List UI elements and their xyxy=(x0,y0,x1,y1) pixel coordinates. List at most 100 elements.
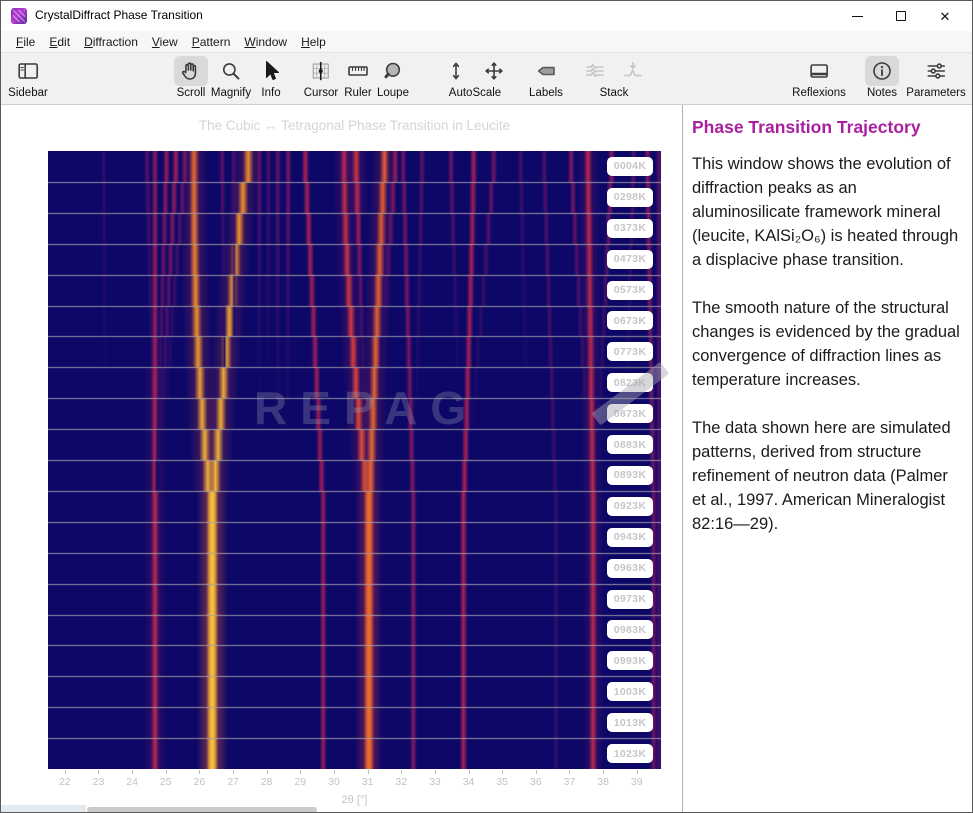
temperature-label: 0943K xyxy=(607,527,653,547)
menu-window[interactable]: Window xyxy=(237,32,294,52)
menu-pattern[interactable]: Pattern xyxy=(185,32,238,52)
temperature-label: 0963K xyxy=(607,558,653,578)
toolbar-label: Reflexions xyxy=(792,87,846,99)
app-window: CrystalDiffract Phase Transition ✕ File E… xyxy=(0,0,973,813)
toolbar-button-magnify[interactable]: Magnify xyxy=(211,56,251,99)
reflexions-icon xyxy=(802,56,836,86)
x-tick-label: 36 xyxy=(529,776,542,788)
maximize-icon xyxy=(896,11,906,21)
temperature-label: 0993K xyxy=(607,651,653,671)
notes-paragraph: The smooth nature of the structural chan… xyxy=(692,299,960,389)
toolbar-button-parameters[interactable]: Parameters xyxy=(906,56,966,99)
notes-panel: Phase Transition Trajectory This window … xyxy=(682,105,972,812)
x-tick-label: 35 xyxy=(496,776,509,788)
temperature-label: 0298K xyxy=(607,187,653,207)
temperature-label: 0983K xyxy=(607,620,653,640)
minimize-button[interactable] xyxy=(836,1,878,31)
temperature-label: 0883K xyxy=(607,435,653,455)
loupe-icon xyxy=(376,56,410,86)
window-title: CrystalDiffract Phase Transition xyxy=(35,8,203,22)
toolbar-button-autoscale[interactable]: AutoScale xyxy=(439,56,511,99)
tag-icon xyxy=(529,56,563,86)
temperature-label: 0923K xyxy=(607,496,653,516)
toolbar-label: Loupe xyxy=(377,87,409,99)
menu-bar: File Edit Diffraction View Pattern Window Help xyxy=(1,31,972,53)
x-tick xyxy=(468,770,470,774)
toolbar-button-sidebar[interactable]: Sidebar xyxy=(8,56,48,99)
x-tick xyxy=(98,770,100,774)
x-tick xyxy=(569,770,571,774)
x-tick-label: 22 xyxy=(58,776,71,788)
x-tick-label: 32 xyxy=(395,776,408,788)
x-tick xyxy=(64,770,66,774)
app-icon xyxy=(11,8,27,24)
maximize-button[interactable] xyxy=(880,1,922,31)
crosshair-grid-icon xyxy=(304,56,338,86)
toolbar-label: Parameters xyxy=(906,87,966,99)
menu-diffraction[interactable]: Diffraction xyxy=(77,32,145,52)
notes-paragraph: The data shown here are simulated patter… xyxy=(692,419,951,533)
toolbar-label: Stack xyxy=(599,87,629,99)
cursor-arrow-icon xyxy=(254,56,288,86)
temperature-label: 0373K xyxy=(607,218,653,238)
x-tick-label: 33 xyxy=(429,776,441,788)
horizontal-scrollbar[interactable] xyxy=(87,807,317,812)
unstack-icon xyxy=(616,56,650,86)
temperature-label: 1003K xyxy=(607,682,653,702)
x-tick-label: 29 xyxy=(294,776,307,788)
close-icon: ✕ xyxy=(939,8,951,24)
title-bar: CrystalDiffract Phase Transition ✕ xyxy=(1,1,972,31)
toolbar: Sidebar Scroll Magnify Info Cursor Ruler Loupe… xyxy=(1,53,972,105)
close-button[interactable]: ✕ xyxy=(924,1,966,31)
toolbar-button-cursor[interactable]: Cursor xyxy=(304,56,338,99)
x-tick-label: 27 xyxy=(227,776,239,788)
toolbar-label: Sidebar xyxy=(8,87,48,99)
toolbar-label: Notes xyxy=(866,87,898,99)
toolbar-label: Ruler xyxy=(344,87,372,99)
menu-view[interactable]: View xyxy=(145,32,185,52)
toolbar-button-ruler[interactable]: Ruler xyxy=(341,56,375,99)
x-tick xyxy=(434,770,436,774)
x-tick-label: 38 xyxy=(597,776,609,788)
x-tick-label: 25 xyxy=(159,776,172,788)
menu-help[interactable]: Help xyxy=(294,32,333,52)
info-circle-icon xyxy=(865,56,899,86)
menu-edit[interactable]: Edit xyxy=(42,32,77,52)
x-tick xyxy=(636,770,638,774)
x-tick-label: 23 xyxy=(92,776,105,788)
sidebar-icon xyxy=(11,56,45,86)
x-tick-label: 37 xyxy=(563,776,576,788)
heatmap[interactable]: 0004K 0298K 0373K 0473K 0573K 0673K 0773K 0823K… xyxy=(48,151,661,769)
toolbar-label: Info xyxy=(261,87,281,99)
toolbar-button-info[interactable]: Info xyxy=(254,56,288,99)
plot-title: The Cubic ↔ Tetragonal Phase Transition … xyxy=(198,118,511,133)
magnify-icon xyxy=(214,56,248,86)
toolbar-label: Labels xyxy=(529,87,563,99)
x-tick xyxy=(603,770,605,774)
x-tick xyxy=(132,770,134,774)
plot-panel: The Cubic ↔ Tetragonal Phase Transition … xyxy=(1,105,682,812)
x-tick-label: 39 xyxy=(630,776,643,788)
temperature-label: 0893K xyxy=(607,465,653,485)
toolbar-button-loupe[interactable]: Loupe xyxy=(376,56,410,99)
x-tick xyxy=(300,770,302,774)
temperature-label: 0823K xyxy=(607,373,653,393)
temperature-label: 0004K xyxy=(607,156,653,176)
x-tick-label: 28 xyxy=(260,776,273,788)
menu-file[interactable]: File xyxy=(9,32,42,52)
toolbar-button-notes[interactable]: Notes xyxy=(865,56,899,99)
x-axis-label: 2θ [°] xyxy=(341,794,368,806)
heatmap-canvas[interactable] xyxy=(48,151,661,769)
toolbar-button-stack[interactable]: Stack xyxy=(578,56,650,99)
toolbar-label: Magnify xyxy=(210,87,252,99)
x-tick-label: 30 xyxy=(328,776,340,788)
toolbar-button-labels[interactable]: Labels xyxy=(529,56,563,99)
toolbar-button-scroll[interactable]: Scroll xyxy=(174,56,208,99)
temperature-label: 0573K xyxy=(607,280,653,300)
x-tick-label: 24 xyxy=(126,776,138,788)
x-tick xyxy=(233,770,235,774)
toolbar-label: Scroll xyxy=(176,87,206,99)
x-tick xyxy=(502,770,504,774)
toolbar-button-reflexions[interactable]: Reflexions xyxy=(792,56,846,99)
toolbar-label: AutoScale xyxy=(448,87,502,99)
